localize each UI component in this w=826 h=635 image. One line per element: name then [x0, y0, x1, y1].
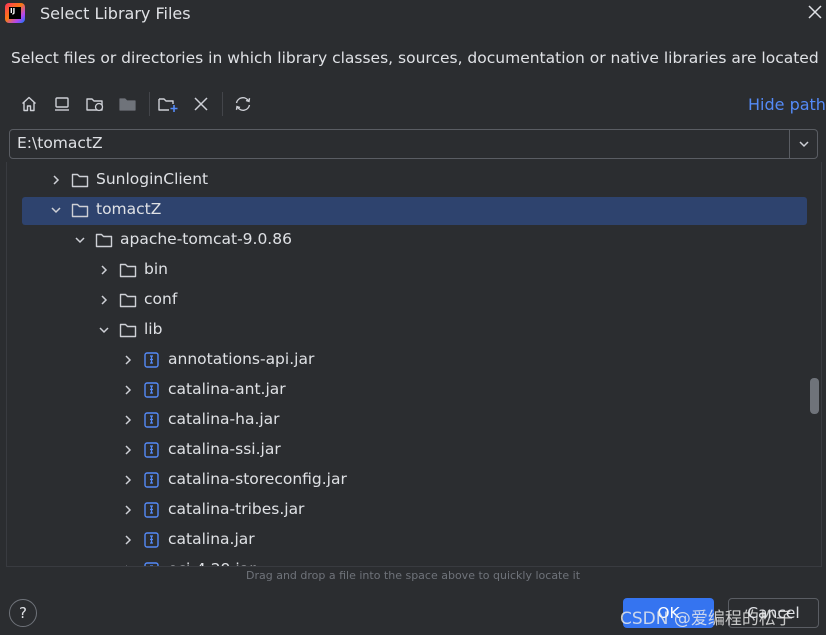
- dialog-instruction: Select files or directories in which lib…: [11, 49, 819, 67]
- tree-row[interactable]: catalina-ant.jar: [7, 375, 807, 405]
- jar-file-icon: [144, 502, 159, 518]
- jar-file-icon: [144, 562, 159, 566]
- tree-item-label: catalina-ant.jar: [168, 380, 286, 398]
- hide-path-link[interactable]: Hide path: [748, 95, 826, 114]
- jar-file-icon: [144, 412, 159, 428]
- folder-icon: [119, 323, 137, 338]
- tree-row[interactable]: SunloginClient: [7, 165, 807, 195]
- delete-icon[interactable]: [190, 93, 212, 115]
- chevron-down-icon[interactable]: [50, 204, 62, 216]
- intellij-logo-icon: IJ: [5, 3, 25, 23]
- chevron-down-icon[interactable]: [98, 324, 110, 336]
- chevron-right-icon[interactable]: [122, 354, 134, 366]
- tree-row[interactable]: conf: [7, 285, 807, 315]
- tree-row[interactable]: bin: [7, 255, 807, 285]
- home-icon[interactable]: [18, 93, 40, 115]
- tree-row[interactable]: annotations-api.jar: [7, 345, 807, 375]
- jar-file-icon: [144, 442, 159, 458]
- chevron-down-icon[interactable]: [74, 234, 86, 246]
- desktop-icon[interactable]: [51, 93, 73, 115]
- tree-item-label: SunloginClient: [96, 170, 209, 188]
- chevron-right-icon[interactable]: [50, 174, 62, 186]
- tree-item-label: catalina.jar: [168, 530, 255, 548]
- window-title: Select Library Files: [40, 4, 191, 23]
- jar-file-icon: [144, 382, 159, 398]
- tree-scrollbar-thumb[interactable]: [810, 378, 819, 414]
- chevron-right-icon[interactable]: [122, 564, 134, 567]
- tree-item-label: annotations-api.jar: [168, 350, 315, 368]
- chevron-right-icon[interactable]: [122, 504, 134, 516]
- chevron-down-icon[interactable]: [789, 130, 817, 158]
- drag-drop-hint: Drag and drop a file into the space abov…: [245, 569, 581, 582]
- folder-icon: [95, 233, 113, 248]
- path-input[interactable]: E:\tomactZ: [17, 134, 103, 152]
- folder-icon: [119, 263, 137, 278]
- file-chooser-toolbar: [16, 90, 826, 118]
- help-button[interactable]: ?: [9, 599, 37, 627]
- tree-row[interactable]: catalina-ssi.jar: [7, 435, 807, 465]
- tree-row[interactable]: tomactZ: [7, 195, 807, 225]
- jar-file-icon: [144, 352, 159, 368]
- project-folder-icon[interactable]: [84, 93, 106, 115]
- tree-item-label: conf: [144, 290, 178, 308]
- tree-row[interactable]: lib: [7, 315, 807, 345]
- csdn-watermark: CSDN @爱编程的松子: [620, 609, 793, 629]
- tree-row[interactable]: catalina-ha.jar: [7, 405, 807, 435]
- tree-item-label: catalina-storeconfig.jar: [168, 470, 347, 488]
- tree-row[interactable]: ecj-4.29.jar: [7, 555, 807, 567]
- tree-row[interactable]: catalina-storeconfig.jar: [7, 465, 807, 495]
- file-tree[interactable]: SunloginClient tomactZ apache-tomcat-9.0.8…: [6, 162, 822, 567]
- refresh-icon[interactable]: [232, 93, 254, 115]
- folder-icon: [71, 173, 89, 188]
- tree-item-label: catalina-tribes.jar: [168, 500, 305, 518]
- chevron-right-icon[interactable]: [122, 474, 134, 486]
- jar-file-icon: [144, 532, 159, 548]
- toolbar-separator: [222, 92, 223, 116]
- chevron-right-icon[interactable]: [122, 534, 134, 546]
- tree-item-label: lib: [144, 320, 163, 338]
- chevron-right-icon[interactable]: [122, 444, 134, 456]
- tree-row[interactable]: catalina.jar: [7, 525, 807, 555]
- tree-row[interactable]: apache-tomcat-9.0.86: [7, 225, 807, 255]
- tree-item-label: catalina-ssi.jar: [168, 440, 281, 458]
- tree-item-label: tomactZ: [96, 200, 162, 218]
- path-combobox[interactable]: E:\tomactZ: [9, 129, 818, 159]
- tree-item-label: apache-tomcat-9.0.86: [120, 230, 292, 248]
- folder-icon: [71, 203, 89, 218]
- tree-item-label: bin: [144, 260, 168, 278]
- title-bar: IJ Select Library Files: [0, 0, 826, 28]
- toolbar-separator: [149, 92, 150, 116]
- tree-item-label: ecj-4.29.jar: [168, 560, 256, 566]
- folder-icon: [119, 293, 137, 308]
- chevron-right-icon[interactable]: [98, 264, 110, 276]
- close-icon[interactable]: [806, 3, 824, 21]
- new-folder-icon[interactable]: [157, 93, 179, 115]
- jar-file-icon: [144, 472, 159, 488]
- module-folder-icon[interactable]: [117, 93, 139, 115]
- tree-item-label: catalina-ha.jar: [168, 410, 280, 428]
- tree-row[interactable]: catalina-tribes.jar: [7, 495, 807, 525]
- chevron-right-icon[interactable]: [98, 294, 110, 306]
- chevron-right-icon[interactable]: [122, 414, 134, 426]
- chevron-right-icon[interactable]: [122, 384, 134, 396]
